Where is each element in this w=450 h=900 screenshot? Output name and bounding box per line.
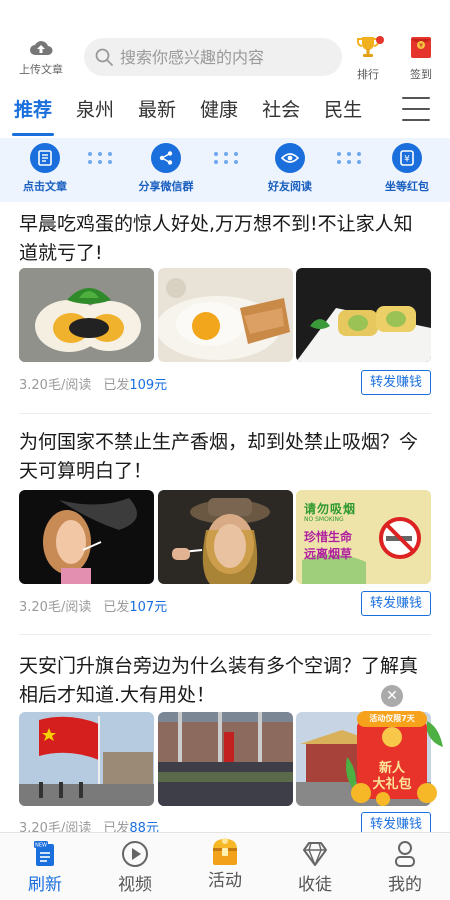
tab-recommend[interactable]: 推荐 xyxy=(11,88,55,136)
dots-separator xyxy=(214,152,240,164)
step-share-wechat: 分享微信群 xyxy=(121,143,211,194)
how-it-works-strip: 点击文章 分享微信群 好友阅读 ¥ 坐等红包 xyxy=(0,138,450,202)
top-bar: 上传文章 排行 ¥ 签到 xyxy=(0,0,450,88)
search-icon xyxy=(95,48,113,66)
rank-button[interactable]: 排行 xyxy=(346,34,390,82)
person-icon xyxy=(395,841,415,867)
sent-prefix: 已发 xyxy=(103,378,130,393)
divider xyxy=(19,634,431,635)
upload-article-label: 上传文章 xyxy=(19,63,63,76)
sign-subtitle: NO SMOKING xyxy=(304,516,344,523)
svg-text:¥: ¥ xyxy=(419,43,423,50)
diamond-icon xyxy=(303,842,327,866)
svg-text:¥: ¥ xyxy=(404,155,410,165)
nav-label: 活动 xyxy=(208,871,242,891)
sent-amount: 109元 xyxy=(129,378,168,393)
nav-label: 我的 xyxy=(388,875,422,895)
sent-amount: 107元 xyxy=(129,600,168,615)
step-wait-redpacket: ¥ 坐等红包 xyxy=(362,143,450,194)
step-label: 点击文章 xyxy=(23,180,67,193)
read-rate: 3.20毛/阅读 xyxy=(19,378,92,393)
tab-livelihood[interactable]: 民生 xyxy=(324,88,362,136)
read-rate: 3.20毛/阅读 xyxy=(19,600,92,615)
nav-refresh[interactable]: NEW 刷新 xyxy=(10,839,80,895)
step-label: 好友阅读 xyxy=(268,180,312,193)
step-click-article: 点击文章 xyxy=(0,143,90,194)
tab-health[interactable]: 健康 xyxy=(200,88,238,136)
treasure-chest-icon xyxy=(213,838,237,865)
sign-line2: 远离烟草 xyxy=(304,547,353,561)
rank-label: 排行 xyxy=(357,68,379,81)
share-earn-button[interactable]: 转发赚钱 xyxy=(361,591,431,616)
share-earn-button[interactable]: 转发赚钱 xyxy=(361,370,431,395)
step-friend-read: 好友阅读 xyxy=(245,143,335,194)
thumbnail-fried-egg[interactable] xyxy=(157,268,293,362)
search-bar[interactable] xyxy=(84,38,342,76)
sign-title: 请勿吸烟 xyxy=(304,502,357,516)
checkin-label: 签到 xyxy=(410,68,432,81)
thumbnail-no-smoking-sign[interactable]: 请勿吸烟 NO SMOKING 珍惜生命 远离烟草 xyxy=(296,490,431,584)
checkin-button[interactable]: ¥ 签到 xyxy=(399,34,443,82)
cloud-upload-icon xyxy=(30,41,53,55)
category-tabs: 推荐 泉州 最新 健康 社会 民生 xyxy=(0,88,450,136)
article-title[interactable]: 为何国家不禁止生产香烟，却到处禁止吸烟？今天可算明白了！ xyxy=(19,428,431,486)
thumbnail-woman-hat-cigarette[interactable] xyxy=(157,490,293,584)
dots-separator xyxy=(88,152,114,164)
nav-apprentice[interactable]: 收徒 xyxy=(280,839,350,895)
nav-label: 收徒 xyxy=(298,875,332,895)
article-meta: 3.20毛/阅读 已发109元 xyxy=(19,374,167,393)
search-input[interactable] xyxy=(120,47,340,67)
sent-prefix: 已发 xyxy=(103,600,130,615)
thumbnail-flag-ceremony[interactable] xyxy=(19,712,154,806)
tab-latest[interactable]: 最新 xyxy=(138,88,176,136)
document-icon xyxy=(30,143,60,173)
step-label: 坐等红包 xyxy=(385,180,429,193)
step-label: 分享微信群 xyxy=(138,180,194,193)
eye-icon xyxy=(275,143,305,173)
nav-activity[interactable]: 活动 xyxy=(190,838,260,891)
article-title[interactable]: 早晨吃鸡蛋的惊人好处,万万想不到!不让家人知道就亏了! xyxy=(19,210,431,268)
newbie-gift-promo[interactable]: 活动仅限7天 新人 大礼包 xyxy=(343,707,447,807)
share-icon xyxy=(151,143,181,173)
article-thumbnails: 请勿吸烟 NO SMOKING 珍惜生命 远离烟草 xyxy=(19,490,431,584)
notification-dot xyxy=(376,36,384,44)
thumbnail-egg-roll[interactable] xyxy=(296,268,431,362)
dots-separator xyxy=(337,152,363,164)
refresh-news-icon: NEW xyxy=(34,841,54,866)
nav-mine[interactable]: 我的 xyxy=(370,839,440,895)
menu-icon[interactable] xyxy=(402,97,430,121)
divider xyxy=(19,413,431,414)
upload-article-button[interactable]: 上传文章 xyxy=(12,38,70,77)
nav-label: 刷新 xyxy=(28,875,62,895)
thumbnail-square-crowd[interactable] xyxy=(157,712,293,806)
nav-label: 视频 xyxy=(118,875,152,895)
bottom-nav: NEW 刷新 视频 活动 收徒 我的 xyxy=(0,832,450,900)
sign-line1: 珍惜生命 xyxy=(304,530,353,544)
tab-society[interactable]: 社会 xyxy=(262,88,300,136)
promo-close-icon[interactable]: ✕ xyxy=(381,685,403,707)
nav-video[interactable]: 视频 xyxy=(100,839,170,895)
tab-quanzhou[interactable]: 泉州 xyxy=(76,88,114,136)
wallet-icon: ¥ xyxy=(392,143,422,173)
thumbnail-egg-sesame[interactable] xyxy=(19,268,154,362)
promo-line2: 大礼包 xyxy=(372,777,412,792)
thumbnail-woman-smoking[interactable] xyxy=(19,490,154,584)
new-badge: NEW xyxy=(35,843,47,849)
red-envelope-icon: ¥ xyxy=(411,37,431,58)
article-thumbnails xyxy=(19,268,431,362)
article-meta: 3.20毛/阅读 已发107元 xyxy=(19,596,167,615)
article-title[interactable]: 天安门升旗台旁边为什么装有多个空调？了解真相后才知道.大有用处！ xyxy=(19,652,431,710)
promo-top-text: 活动仅限7天 xyxy=(369,714,415,723)
play-video-icon xyxy=(122,841,148,867)
